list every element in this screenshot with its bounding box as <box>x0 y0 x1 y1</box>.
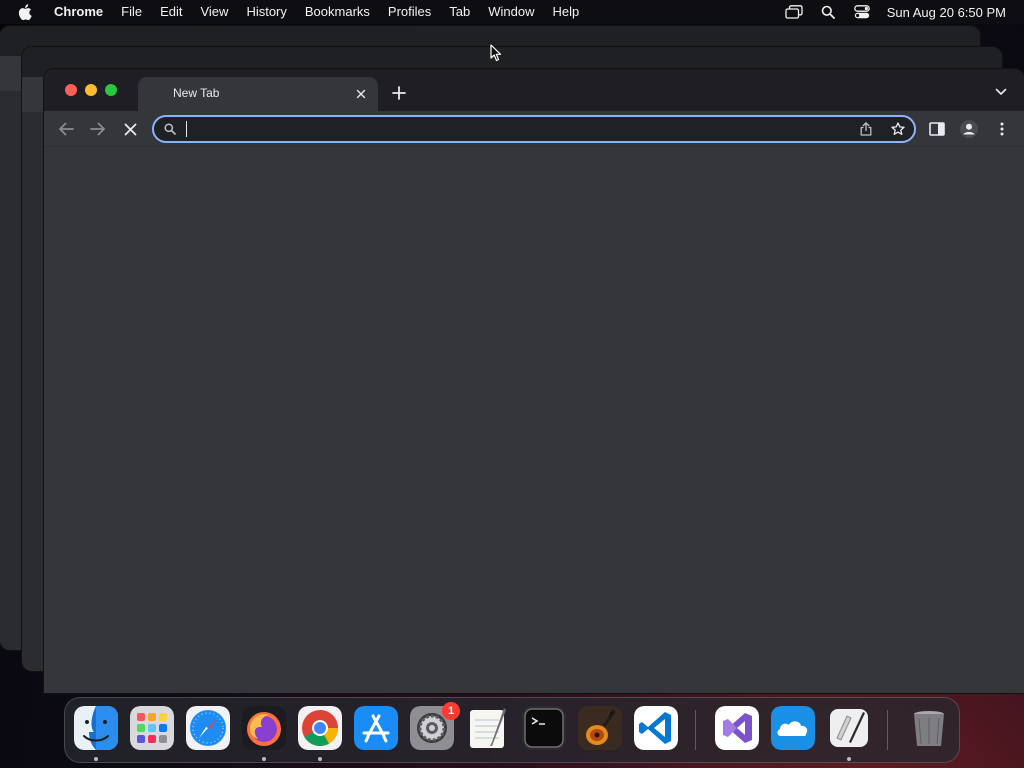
dock-separator <box>887 710 888 750</box>
tab-search-icon[interactable] <box>994 85 1008 99</box>
running-indicator <box>94 757 98 761</box>
menu-bookmarks[interactable]: Bookmarks <box>296 0 379 24</box>
dock-garageband[interactable] <box>578 706 622 750</box>
more-menu-icon[interactable] <box>993 120 1011 138</box>
browser-toolbar <box>44 111 1024 147</box>
menubar-clock[interactable]: Sun Aug 20 6:50 PM <box>887 5 1006 20</box>
address-bar[interactable] <box>152 115 916 143</box>
running-indicator <box>262 757 266 761</box>
control-center-icon[interactable] <box>853 3 871 21</box>
side-panel-icon[interactable] <box>928 120 946 138</box>
apple-icon[interactable] <box>18 4 38 20</box>
window-zoom-button[interactable] <box>105 84 117 96</box>
dock-visual-studio[interactable] <box>715 706 759 750</box>
notification-badge: 1 <box>442 702 460 720</box>
window-minimize-button[interactable] <box>85 84 97 96</box>
chrome-window: New Tab <box>44 69 1024 693</box>
dock-separator <box>695 710 696 750</box>
dock-launchpad[interactable] <box>130 706 174 750</box>
dock-textedit[interactable] <box>466 706 510 750</box>
tab-new-tab[interactable]: New Tab <box>138 77 378 111</box>
page-content[interactable] <box>44 148 1024 693</box>
running-indicator <box>847 757 851 761</box>
menu-file[interactable]: File <box>112 0 151 24</box>
dock-onedrive[interactable] <box>771 706 815 750</box>
menu-app-name[interactable]: Chrome <box>50 0 112 24</box>
running-indicator <box>318 757 322 761</box>
screen-mirroring-icon[interactable] <box>785 3 803 21</box>
close-tab-icon[interactable] <box>354 87 368 101</box>
text-caret <box>186 121 187 137</box>
menu-view[interactable]: View <box>191 0 237 24</box>
share-icon[interactable] <box>859 122 873 136</box>
tab-title: New Tab <box>173 86 220 100</box>
window-close-button[interactable] <box>65 84 77 96</box>
bookmark-star-icon[interactable] <box>891 122 905 136</box>
dock-visual-studio-code[interactable] <box>634 706 678 750</box>
menu-bar: Chrome File Edit View History Bookmarks … <box>0 0 1024 24</box>
menu-edit[interactable]: Edit <box>151 0 191 24</box>
dock-firefox[interactable] <box>242 706 286 750</box>
menu-help[interactable]: Help <box>544 0 589 24</box>
mouse-cursor-icon <box>490 44 502 62</box>
dock-app-store[interactable] <box>354 706 398 750</box>
dock-terminal[interactable] <box>522 706 566 750</box>
menu-profiles[interactable]: Profiles <box>379 0 440 24</box>
title-bar: New Tab <box>44 69 1024 111</box>
stop-icon[interactable] <box>121 120 139 138</box>
dock: 1 <box>64 697 960 763</box>
forward-icon[interactable] <box>89 120 107 138</box>
spotlight-search-icon[interactable] <box>819 3 837 21</box>
menu-history[interactable]: History <box>237 0 295 24</box>
menu-tab[interactable]: Tab <box>440 0 479 24</box>
dock-script-editor[interactable] <box>827 706 871 750</box>
back-icon[interactable] <box>57 120 75 138</box>
dock-finder[interactable] <box>74 706 118 750</box>
dock-safari[interactable] <box>186 706 230 750</box>
profile-icon[interactable] <box>960 120 978 138</box>
dock-chrome[interactable] <box>298 706 342 750</box>
search-icon <box>163 122 177 136</box>
new-tab-icon[interactable] <box>390 84 408 102</box>
address-input[interactable] <box>185 120 835 138</box>
menu-window[interactable]: Window <box>479 0 543 24</box>
dock-trash[interactable] <box>907 706 951 750</box>
